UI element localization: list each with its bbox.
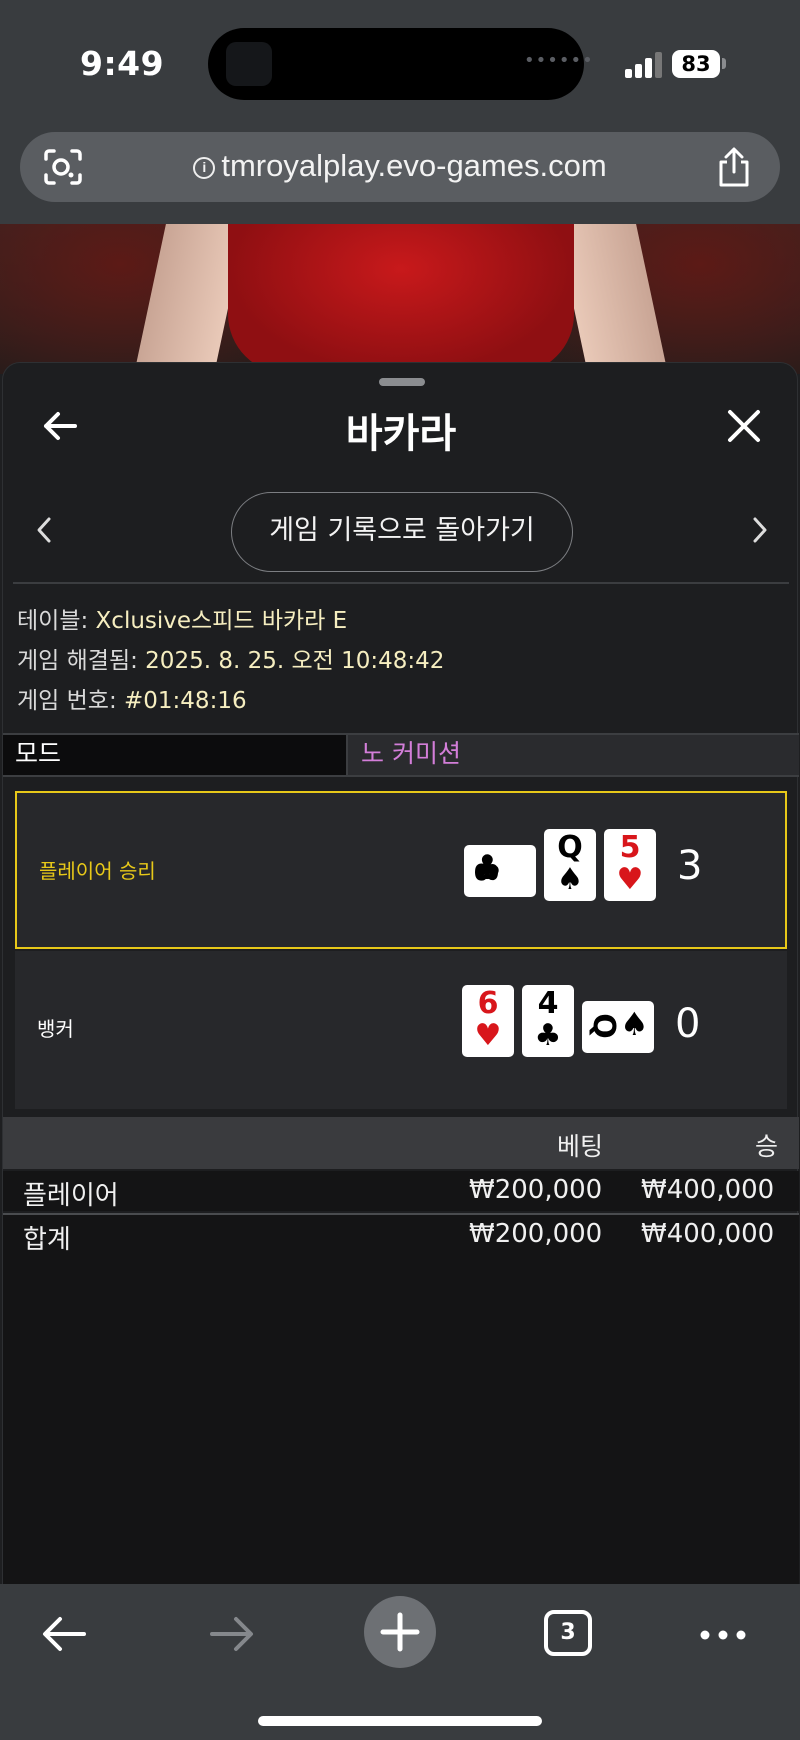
row-win: ₩400,000 [641,1175,775,1205]
total-bet: ₩200,000 [469,1219,603,1249]
url-text: tmroyalplay.evo-games.com [221,148,607,183]
playing-card: 8 ♣ [464,845,536,897]
card-rank: 6 [477,986,499,1021]
hand-label: 플레이어 승리 [39,859,156,883]
empty-content-area [3,1255,799,1585]
game-history-sheet: 바카라 게임 기록으로 돌아가기 테이블: Xclusive스피드 바카라 E … [2,362,799,1585]
row-name: 플레이어 [23,1181,119,1211]
card-suit: ♠ [620,1005,649,1043]
info-game-number-label: 게임 번호: [17,688,125,714]
mode-value: 노 커미션 [361,739,461,768]
live-video-backdrop [0,224,800,374]
back-to-history-button[interactable]: 게임 기록으로 돌아가기 [231,492,573,572]
card-suit: ♣ [534,1018,562,1053]
hand-score: 0 [675,1001,701,1047]
card-suit: ♥ [616,862,644,897]
tab-switcher-button[interactable]: 3 [544,1610,592,1656]
dealer-dress [228,224,574,374]
info-resolved-label: 게임 해결됨: [17,648,146,674]
card-rank: 5 [619,830,641,865]
browser-back-icon[interactable] [40,1612,88,1656]
info-table-value: Xclusive스피드 바카라 E [95,608,348,634]
card-suit: ♠ [556,862,584,897]
site-info-icon[interactable]: i [193,157,216,179]
hand-score: 3 [677,843,703,889]
battery-indicator: 83 [672,50,720,78]
address-bar[interactable]: i tmroyalplay.evo-games.com [20,132,780,202]
status-time: 9:49 [80,44,165,83]
info-game-number-value: #01:48:16 [124,688,247,714]
new-tab-button[interactable] [364,1596,436,1668]
card-suit: ♣ [472,848,503,888]
total-name: 합계 [23,1225,71,1255]
info-resolved-value: 2025. 8. 25. 오전 10:48:42 [145,648,445,674]
plus-icon [380,1612,420,1652]
home-indicator[interactable] [258,1716,542,1726]
island-dots-icon: •••••• [524,50,594,71]
mode-row: 모드 노 커미션 [3,733,799,777]
battery-tip-icon [722,58,726,69]
sheet-title: 바카라 [345,411,457,457]
card-suit: ♥ [474,1018,502,1053]
playing-card: 5 ♥ [604,829,656,901]
browser-toolbar: 3 [0,1584,800,1740]
info-resolved: 게임 해결됨: 2025. 8. 25. 오전 10:48:42 [17,641,444,675]
column-bet: 베팅 [557,1132,604,1161]
player-hand: 플레이어 승리 8 ♣ Q ♠ 5 ♥ 3 [15,791,787,949]
table-total-row: 합계 ₩200,000 ₩400,000 [3,1215,799,1255]
card-rank: Q [557,830,583,865]
share-icon[interactable] [714,146,754,188]
table-row: 플레이어 ₩200,000 ₩400,000 [3,1171,799,1211]
card-rank: Q [585,1013,621,1039]
banker-hand: 뱅커 6 ♥ 4 ♣ Q ♠ 0 [15,951,787,1109]
hand-label: 뱅커 [37,1017,74,1041]
info-table-label: 테이블: [17,608,96,634]
card-rank: 4 [537,986,559,1021]
info-game-number: 게임 번호: #01:48:16 [17,681,247,715]
bets-table-header: 베팅 승 [3,1117,799,1169]
sheet-drag-handle[interactable] [379,378,425,386]
browser-forward-icon[interactable] [208,1612,256,1656]
close-icon[interactable] [725,407,763,445]
total-win: ₩400,000 [641,1219,775,1249]
column-win: 승 [755,1132,779,1161]
camera-indicator [226,42,272,86]
cellular-signal-icon [625,52,665,78]
playing-card: 6 ♥ [462,985,514,1057]
playing-card: Q ♠ [582,1001,654,1053]
chevron-right-icon[interactable] [749,515,771,545]
playing-card: Q ♠ [544,829,596,901]
browser-chrome: 9:49 •••••• 83 i tmroyalplay.evo-games.co… [0,0,800,224]
mode-label: 모드 [3,735,348,775]
chevron-left-icon[interactable] [33,515,55,545]
playing-card: 4 ♣ [522,985,574,1057]
info-table: 테이블: Xclusive스피드 바카라 E [17,601,347,635]
divider [13,582,789,584]
url-display[interactable]: i tmroyalplay.evo-games.com [20,148,780,184]
row-bet: ₩200,000 [469,1175,603,1205]
more-options-icon[interactable] [698,1620,748,1650]
dynamic-island: •••••• [208,28,593,100]
